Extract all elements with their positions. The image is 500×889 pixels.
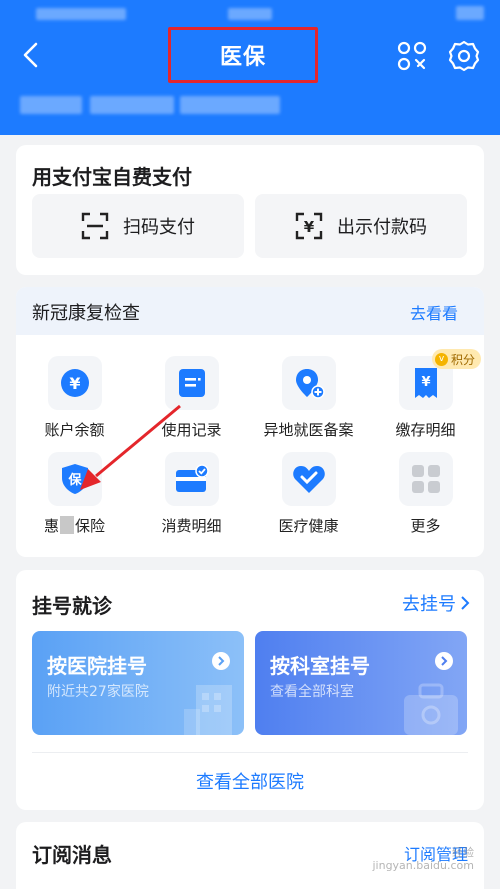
services-card: 新冠康复检查 去看看 ¥ 账户余额 使用记录 异地就医备案 ¥ 缴存明细 v 积… (16, 287, 484, 557)
page-title: 医保 (219, 45, 266, 70)
card-check-icon (165, 452, 219, 506)
covid-link[interactable]: 去看看 (410, 300, 458, 324)
status-bar-blur (228, 8, 272, 20)
service-label: 消费明细 (161, 517, 222, 535)
settings-button[interactable] (447, 39, 481, 73)
scan-icon (397, 41, 427, 71)
watermark-line1: 经验 (452, 846, 474, 859)
service-label: 账户余额 (44, 421, 105, 439)
chevron-right-circle-icon (212, 652, 230, 670)
account-info-blur (20, 96, 82, 114)
register-by-department-title: 按科室挂号 (270, 654, 370, 678)
service-label: 更多 (410, 517, 441, 535)
registration-card: 挂号就诊 去挂号 按医院挂号 附近共27家医院 按科室挂号 查看全部科室 查看全… (16, 570, 484, 810)
self-pay-card: 用支付宝自费支付 扫码支付 ¥ 出示付款码 (16, 145, 484, 275)
covid-title: 新冠康复检查 (32, 303, 140, 324)
service-label: 使用记录 (161, 421, 222, 439)
scan-pay-label: 扫码支付 (123, 217, 195, 238)
service-label: 异地就医备案 (263, 421, 354, 439)
service-insurance[interactable]: 保 惠保险 (16, 452, 133, 542)
covid-banner[interactable]: 新冠康复检查 去看看 (16, 287, 484, 335)
register-by-hospital[interactable]: 按医院挂号 附近共27家医院 (32, 631, 244, 735)
service-label: 缴存明细 (395, 421, 456, 439)
watermark: 经验 jingyan.baidu.com (372, 846, 474, 872)
show-code-button[interactable]: ¥ 出示付款码 (255, 194, 467, 258)
service-usage-records[interactable]: 使用记录 (133, 356, 250, 446)
service-label-before: 惠 (43, 517, 59, 535)
divider (32, 752, 468, 753)
service-remote-filing[interactable]: 异地就医备案 (250, 356, 367, 446)
medical-kit-icon (404, 683, 458, 735)
svg-text:¥: ¥ (421, 375, 430, 390)
points-badge: v 积分 (432, 349, 482, 369)
account-info-blur (90, 96, 174, 114)
show-code-label: 出示付款码 (337, 217, 427, 238)
register-by-hospital-title: 按医院挂号 (47, 654, 147, 678)
service-consumption-details[interactable]: 消费明细 (133, 452, 250, 542)
gear-icon (448, 40, 480, 72)
scan-pay-button[interactable]: 扫码支付 (32, 194, 244, 258)
service-label: 惠保险 (16, 515, 133, 536)
subscription-title: 订阅消息 (32, 843, 112, 867)
service-medical-health[interactable]: 医疗健康 (250, 452, 367, 542)
page-title-highlight: 医保 (168, 27, 318, 83)
registration-link-label: 去挂号 (402, 594, 456, 615)
account-info-blur (180, 96, 280, 114)
chevron-right-icon (461, 596, 470, 610)
mosaic-blur (60, 516, 74, 534)
scan-button[interactable] (396, 40, 428, 72)
back-button[interactable] (14, 38, 48, 72)
grid-icon (399, 452, 453, 506)
heart-icon (282, 452, 336, 506)
status-bar-blur (36, 8, 126, 20)
register-by-department-subtitle: 查看全部科室 (270, 684, 354, 700)
registration-title: 挂号就诊 (32, 594, 112, 618)
service-label: 医疗健康 (278, 517, 339, 535)
scan-frame-icon (81, 212, 109, 240)
points-badge-mark: v (435, 352, 448, 366)
building-icon (184, 685, 232, 735)
payment-code-icon: ¥ (295, 212, 323, 240)
shield-icon-text: 保 (67, 472, 82, 488)
shield-icon: 保 (48, 452, 102, 506)
status-bar-blur (456, 6, 484, 20)
chevron-right-circle-icon (435, 652, 453, 670)
record-card-icon (165, 356, 219, 410)
points-badge-label: 积分 (451, 352, 476, 367)
view-all-hospitals-link[interactable]: 查看全部医院 (16, 768, 484, 794)
service-account-balance[interactable]: ¥ 账户余额 (16, 356, 133, 446)
service-more[interactable]: 更多 (367, 452, 484, 542)
service-deposit-details[interactable]: ¥ 缴存明细 (367, 356, 484, 446)
service-label-after: 保险 (75, 517, 106, 535)
self-pay-title: 用支付宝自费支付 (32, 165, 192, 189)
watermark-line2: jingyan.baidu.com (372, 859, 474, 872)
svg-text:¥: ¥ (304, 218, 315, 236)
svg-text:¥: ¥ (69, 374, 80, 393)
top-header: 医保 (0, 0, 500, 135)
registration-link[interactable]: 去挂号 (402, 590, 470, 616)
yen-coin-icon: ¥ (48, 356, 102, 410)
chevron-left-icon (23, 42, 38, 68)
location-plus-icon (282, 356, 336, 410)
register-by-hospital-subtitle: 附近共27家医院 (47, 684, 149, 700)
register-by-department[interactable]: 按科室挂号 查看全部科室 (255, 631, 467, 735)
